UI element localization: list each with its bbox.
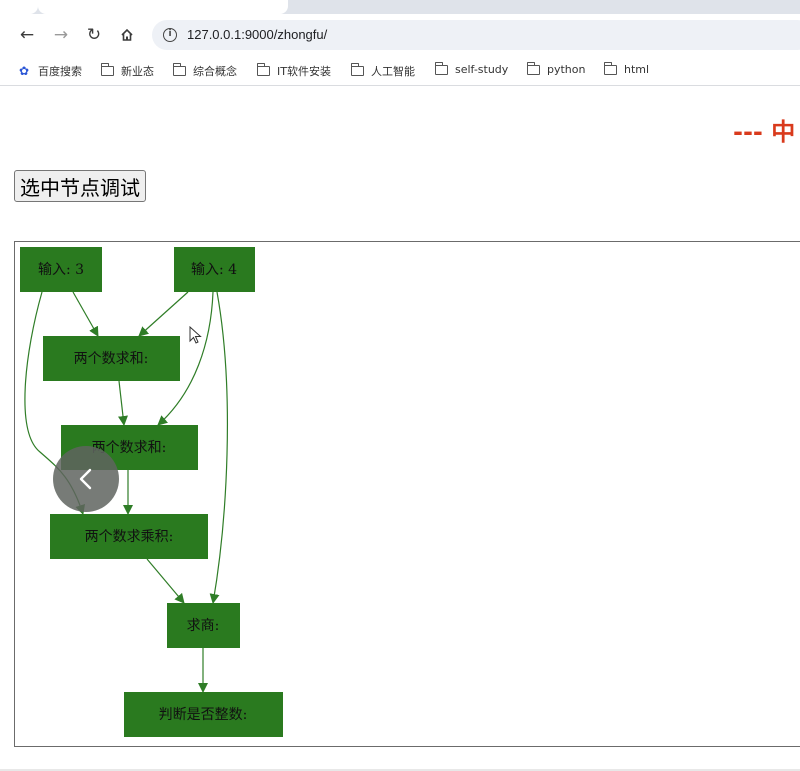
- bookmark-baidu[interactable]: ✿ 百度搜索: [19, 63, 82, 79]
- bookmark-zonghe[interactable]: 综合概念: [173, 63, 237, 79]
- node-label: 两个数求乘积:: [85, 529, 174, 545]
- node-label: 输入: 3: [38, 262, 84, 278]
- edge-n3-n4: [118, 380, 128, 426]
- bookmark-self-study[interactable]: self-study: [435, 61, 509, 76]
- reload-icon[interactable]: ↻: [81, 22, 107, 48]
- bookmark-label: html: [624, 63, 650, 76]
- folder-icon: [173, 63, 186, 76]
- bookmark-it[interactable]: IT软件安装: [257, 63, 331, 79]
- bookmark-label: self-study: [455, 63, 509, 76]
- folder-icon: [435, 61, 448, 75]
- url-text: 127.0.0.1:9000/zhongfu/: [187, 27, 328, 42]
- bookmark-label: 人工智能: [371, 65, 415, 78]
- page-heading: --- 中: [733, 118, 796, 146]
- folder-icon: [351, 63, 364, 76]
- previous-button[interactable]: [53, 446, 119, 512]
- edge-n2-n6: [209, 291, 228, 604]
- baidu-paw-icon: ✿: [19, 63, 30, 78]
- node-label: 判断是否整数:: [159, 707, 248, 723]
- bookmark-label: IT软件安装: [277, 65, 331, 78]
- back-arrow-icon[interactable]: ←: [14, 22, 40, 48]
- browser-toolbar: ← → ↻ i 127.0.0.1:9000/zhongfu/: [0, 14, 800, 56]
- chevron-left-icon: [79, 468, 92, 490]
- node-n5[interactable]: 两个数求乘积:: [50, 514, 208, 559]
- bookmark-label: 百度搜索: [38, 65, 82, 78]
- bookmark-label: 综合概念: [193, 65, 237, 78]
- node-label: 输入: 4: [191, 262, 237, 278]
- bookmark-label: 新业态: [121, 65, 154, 78]
- address-bar[interactable]: i 127.0.0.1:9000/zhongfu/: [152, 20, 800, 50]
- node-n3[interactable]: 两个数求和:: [43, 336, 180, 381]
- info-icon[interactable]: i: [163, 28, 177, 42]
- edge-n2-n3: [138, 291, 189, 337]
- flow-canvas[interactable]: 输入: 3 输入: 4 两个数求和: 两个数求和: 两个数求乘积: 求商: 判断…: [14, 241, 800, 747]
- bookmark-html[interactable]: html: [604, 61, 650, 76]
- node-n6[interactable]: 求商:: [167, 603, 240, 648]
- tab-strip: [0, 0, 800, 14]
- folder-icon: [101, 63, 114, 76]
- folder-icon: [257, 63, 270, 76]
- bookmark-python[interactable]: python: [527, 61, 586, 76]
- home-icon[interactable]: [114, 22, 140, 48]
- edge-n1-n3: [72, 291, 99, 337]
- node-n7[interactable]: 判断是否整数:: [124, 692, 283, 737]
- bookmark-label: python: [547, 63, 586, 76]
- tab-left-edge: [0, 0, 38, 14]
- node-n2[interactable]: 输入: 4: [174, 247, 255, 292]
- page-content: --- 中 选中节点调试 输入: 3 输入: 4 两个数求和: 两个数求和: 两…: [0, 87, 800, 771]
- bookmark-xinyetai[interactable]: 新业态: [101, 63, 154, 79]
- forward-arrow-icon[interactable]: →: [48, 22, 74, 48]
- bookmarks-bar: ✿ 百度搜索 新业态 综合概念 IT软件安装 人工智能 self-study p…: [0, 56, 800, 86]
- debug-selected-node-button[interactable]: 选中节点调试: [14, 170, 146, 202]
- node-label: 两个数求和:: [74, 351, 149, 367]
- node-n1[interactable]: 输入: 3: [20, 247, 102, 292]
- active-tab[interactable]: [38, 0, 288, 14]
- edge-n5-n6: [146, 558, 185, 604]
- mouse-cursor-icon: [189, 325, 202, 349]
- node-label: 求商:: [187, 618, 220, 634]
- flow-diagram: 输入: 3 输入: 4 两个数求和: 两个数求和: 两个数求乘积: 求商: 判断…: [20, 247, 283, 737]
- folder-icon: [527, 61, 540, 75]
- folder-icon: [604, 61, 617, 75]
- bookmark-ai[interactable]: 人工智能: [351, 63, 415, 79]
